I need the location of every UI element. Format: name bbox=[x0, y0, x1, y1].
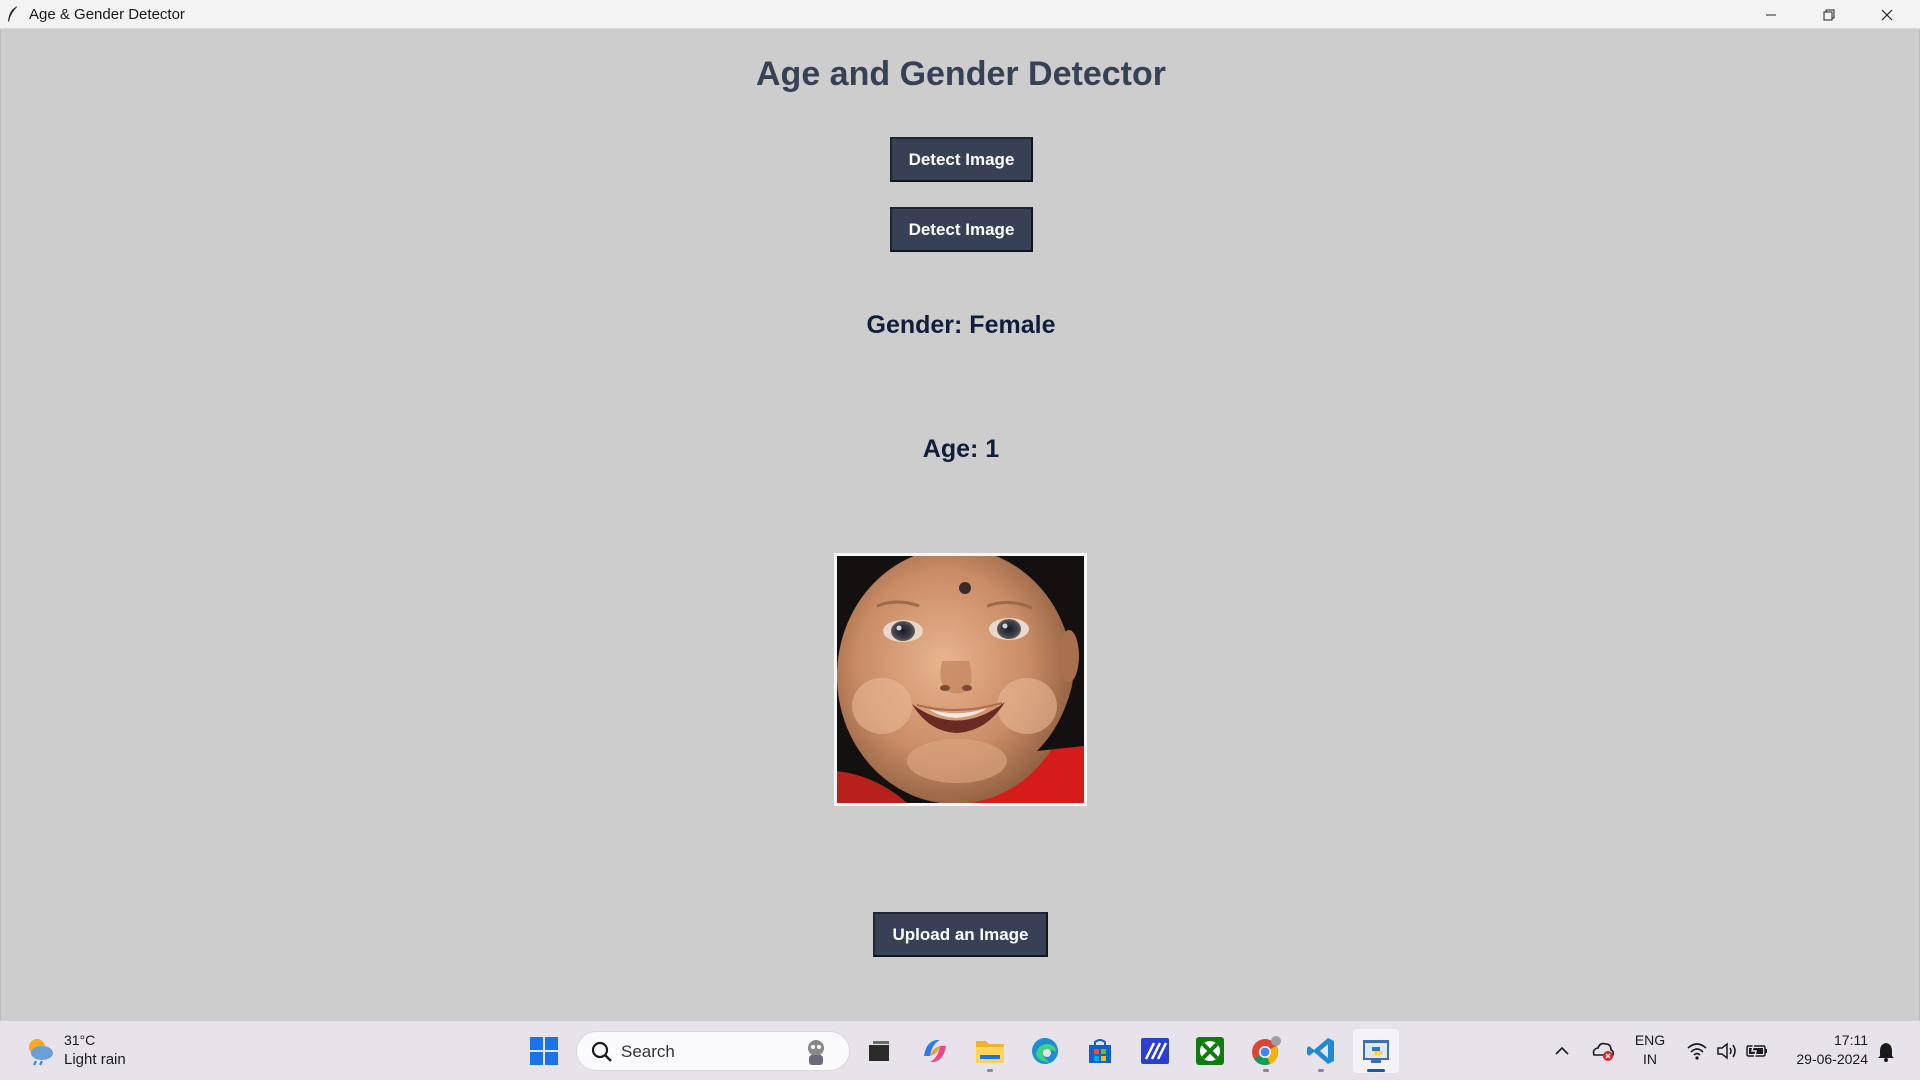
search-icon bbox=[591, 1041, 612, 1062]
wifi-icon[interactable] bbox=[1686, 1041, 1708, 1061]
language-indicator-top[interactable]: ENG bbox=[1630, 1032, 1670, 1048]
task-view-button[interactable] bbox=[856, 1029, 902, 1073]
xbox-button[interactable] bbox=[1187, 1029, 1233, 1073]
edge-icon bbox=[1032, 1038, 1058, 1064]
python-app-icon bbox=[1363, 1040, 1389, 1063]
active-indicator bbox=[1367, 1069, 1385, 1072]
vscode-icon bbox=[1307, 1038, 1334, 1064]
search-placeholder: Search bbox=[621, 1042, 675, 1061]
uploaded-photo bbox=[834, 553, 1087, 806]
window-title: Age & Gender Detector bbox=[29, 6, 185, 23]
vscode-button[interactable] bbox=[1298, 1029, 1344, 1073]
clock-date[interactable]: 29-06-2024 bbox=[1780, 1051, 1868, 1067]
search-highlight-icon bbox=[808, 1040, 824, 1065]
feather-icon bbox=[8, 5, 19, 22]
detect-image-button[interactable]: Detect Image bbox=[890, 137, 1033, 182]
minimize-icon bbox=[1766, 14, 1776, 15]
running-indicator bbox=[1318, 1069, 1324, 1072]
detect-image-button-2[interactable]: Detect Image bbox=[890, 207, 1033, 252]
age-result-label: Age: 1 bbox=[922, 435, 1000, 463]
restore-button[interactable] bbox=[1800, 0, 1858, 29]
close-button[interactable] bbox=[1858, 0, 1916, 29]
restore-icon bbox=[1823, 9, 1835, 20]
close-icon bbox=[1881, 9, 1893, 20]
onedrive-error-icon[interactable] bbox=[1590, 1039, 1616, 1063]
app-heading: Age and Gender Detector bbox=[756, 55, 1166, 93]
file-explorer-icon bbox=[976, 1041, 1004, 1063]
windows-start-icon bbox=[530, 1037, 558, 1065]
minimize-button[interactable] bbox=[1742, 0, 1800, 29]
pen-app-icon bbox=[1141, 1038, 1169, 1064]
show-hidden-icons-chevron[interactable] bbox=[1554, 1043, 1570, 1059]
volume-icon[interactable] bbox=[1716, 1041, 1738, 1061]
store-button[interactable] bbox=[1077, 1029, 1123, 1073]
task-view-icon bbox=[869, 1041, 889, 1061]
weather-temperature[interactable]: 31°C bbox=[64, 1032, 95, 1048]
python-app-button[interactable] bbox=[1353, 1029, 1399, 1073]
pen-app-button[interactable] bbox=[1132, 1029, 1178, 1073]
copilot-button[interactable] bbox=[912, 1029, 958, 1073]
weather-icon[interactable] bbox=[24, 1035, 56, 1067]
app-client-area: Age and Gender Detector Detect Image Det… bbox=[0, 29, 1920, 1020]
screen: Age & Gender Detector Age and Gender Det… bbox=[0, 0, 1920, 1080]
window-titlebar: Age & Gender Detector bbox=[0, 0, 1920, 29]
clock-time[interactable]: 17:11 bbox=[1780, 1032, 1868, 1048]
taskbar-search[interactable]: Search bbox=[576, 1031, 850, 1071]
taskbar: 31°C Light rain Search ENG IN 17:11 29-0… bbox=[0, 1020, 1920, 1080]
start-button[interactable] bbox=[521, 1029, 567, 1073]
baby-face-image bbox=[837, 556, 1084, 803]
edge-button[interactable] bbox=[1022, 1029, 1068, 1073]
battery-icon[interactable] bbox=[1746, 1042, 1768, 1060]
gender-result-label: Gender: Female bbox=[866, 311, 1056, 339]
chrome-button[interactable] bbox=[1243, 1029, 1289, 1073]
store-icon bbox=[1089, 1039, 1111, 1063]
running-indicator bbox=[1263, 1069, 1269, 1072]
chrome-icon bbox=[1252, 1036, 1281, 1066]
notification-bell-icon[interactable] bbox=[1876, 1041, 1896, 1063]
file-explorer-button[interactable] bbox=[967, 1029, 1013, 1073]
xbox-icon bbox=[1196, 1037, 1224, 1065]
language-indicator-bottom[interactable]: IN bbox=[1630, 1051, 1670, 1067]
weather-description[interactable]: Light rain bbox=[64, 1051, 126, 1068]
running-indicator bbox=[987, 1069, 993, 1072]
upload-image-button[interactable]: Upload an Image bbox=[873, 912, 1048, 957]
copilot-icon bbox=[924, 1040, 946, 1062]
